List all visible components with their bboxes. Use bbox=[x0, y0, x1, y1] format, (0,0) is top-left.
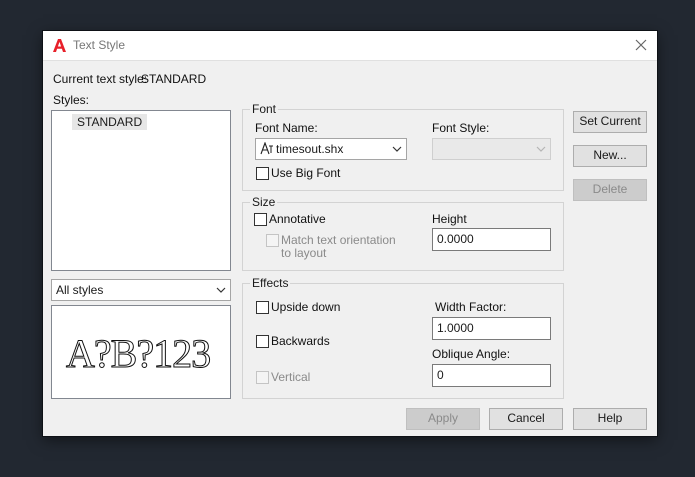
text-style-dialog: Text Style Current text style: STANDARD … bbox=[43, 31, 657, 436]
upside-down-checkbox[interactable] bbox=[256, 301, 269, 314]
annotative-label: Annotative bbox=[269, 212, 326, 226]
current-style-label: Current text style: bbox=[53, 72, 148, 86]
chevron-down-icon bbox=[536, 146, 546, 152]
use-big-font-label: Use Big Font bbox=[271, 166, 341, 180]
current-style-value: STANDARD bbox=[141, 72, 207, 86]
styles-filter-value: All styles bbox=[56, 283, 104, 297]
upside-down-label: Upside down bbox=[271, 300, 341, 314]
chevron-down-icon bbox=[392, 146, 402, 152]
effects-group-title: Effects bbox=[250, 276, 291, 290]
preview-sample-text: A?B?123 bbox=[65, 331, 211, 377]
vertical-label: Vertical bbox=[271, 370, 311, 384]
dialog-title: Text Style bbox=[73, 38, 126, 52]
vertical-checkbox[interactable] bbox=[256, 371, 269, 384]
chevron-down-icon bbox=[216, 287, 226, 293]
match-orientation-label-line2: to layout bbox=[281, 246, 327, 260]
set-current-button[interactable]: Set Current bbox=[573, 111, 647, 133]
size-group: Size Annotative Match text orientation t… bbox=[242, 195, 564, 271]
font-name-select[interactable]: timesout.shx bbox=[255, 138, 407, 160]
close-icon[interactable] bbox=[634, 38, 648, 52]
backwards-label: Backwards bbox=[271, 334, 330, 348]
annotative-checkbox[interactable] bbox=[254, 213, 267, 226]
height-label: Height bbox=[432, 212, 467, 226]
title-bar[interactable]: Text Style bbox=[43, 31, 657, 61]
match-orientation-label-line1: Match text orientation bbox=[281, 233, 396, 247]
use-big-font-checkbox[interactable] bbox=[256, 167, 269, 180]
width-factor-input[interactable]: 1.0000 bbox=[432, 317, 551, 340]
help-button[interactable]: Help bbox=[573, 408, 647, 430]
font-group: Font Font Name: timesout.shx Font Style:… bbox=[242, 102, 564, 191]
shx-font-icon bbox=[260, 142, 273, 155]
match-orientation-checkbox[interactable] bbox=[266, 234, 279, 247]
delete-button[interactable]: Delete bbox=[573, 179, 647, 201]
font-group-title: Font bbox=[250, 102, 279, 116]
autocad-a-icon bbox=[53, 39, 66, 52]
oblique-angle-input[interactable]: 0 bbox=[432, 364, 551, 387]
width-factor-value: 1.0000 bbox=[437, 321, 474, 335]
cancel-button[interactable]: Cancel bbox=[489, 408, 563, 430]
width-factor-label: Width Factor: bbox=[435, 300, 507, 314]
font-style-label: Font Style: bbox=[432, 121, 490, 135]
size-group-title: Size bbox=[250, 195, 278, 209]
oblique-angle-label: Oblique Angle: bbox=[432, 347, 511, 361]
effects-group: Effects Upside down Backwards Vertical W… bbox=[242, 276, 564, 399]
font-style-select[interactable] bbox=[432, 138, 551, 160]
height-value: 0.0000 bbox=[437, 232, 474, 246]
font-name-label: Font Name: bbox=[255, 121, 318, 135]
new-button[interactable]: New... bbox=[573, 145, 647, 167]
styles-list[interactable]: STANDARD bbox=[51, 110, 231, 271]
backwards-checkbox[interactable] bbox=[256, 335, 269, 348]
apply-button[interactable]: Apply bbox=[406, 408, 480, 430]
height-input[interactable]: 0.0000 bbox=[432, 228, 551, 251]
font-name-value: timesout.shx bbox=[276, 142, 344, 156]
styles-label: Styles: bbox=[53, 93, 90, 107]
oblique-angle-value: 0 bbox=[437, 368, 444, 382]
style-preview: A?B?123 bbox=[51, 305, 231, 399]
styles-filter-select[interactable]: All styles bbox=[51, 279, 231, 301]
style-item-standard[interactable]: STANDARD bbox=[72, 114, 148, 130]
